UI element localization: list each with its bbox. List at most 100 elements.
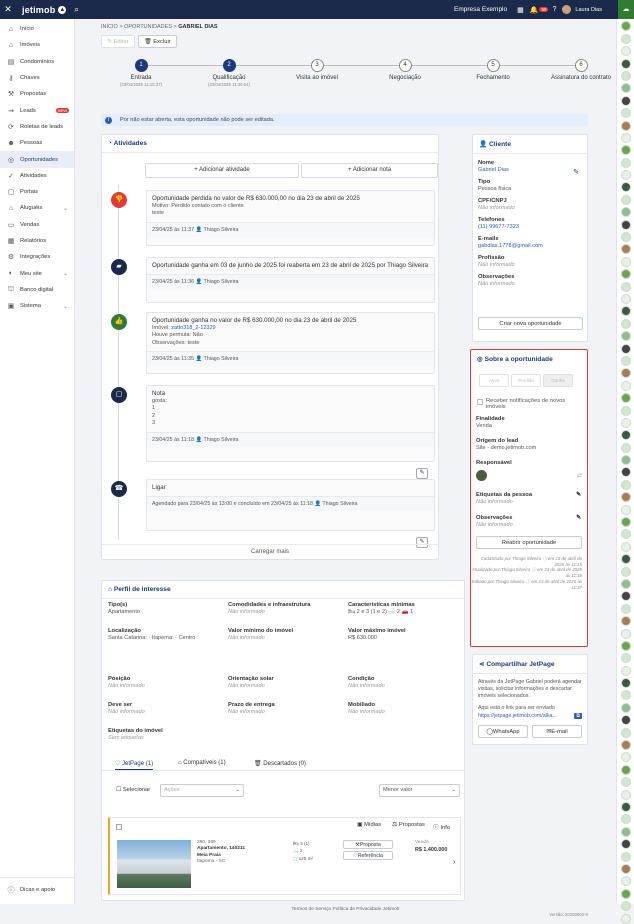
sidebar-item-sistema[interactable]: ▣ Sistema ⌄	[0, 298, 74, 314]
contact-avatar[interactable]	[620, 306, 631, 317]
contact-avatar[interactable]	[620, 578, 631, 589]
contact-avatar[interactable]	[620, 343, 631, 354]
contact-avatar[interactable]	[620, 851, 631, 862]
contact-avatar[interactable]	[620, 802, 631, 812]
sidebar-item-propostas[interactable]: ⚒ Propostas	[0, 86, 74, 102]
contact-avatar[interactable]	[620, 678, 631, 689]
contact-avatar[interactable]	[620, 318, 631, 329]
status-perdida-button[interactable]: Perdida	[511, 374, 541, 387]
contact-avatar[interactable]	[620, 207, 631, 218]
reference-button[interactable]: ♡ Referência	[343, 851, 393, 860]
contact-avatar[interactable]	[620, 33, 631, 44]
contact-avatar[interactable]	[620, 21, 631, 32]
contact-avatar[interactable]	[620, 417, 631, 428]
client-field-value[interactable]: Gabriel Dias	[478, 167, 587, 173]
search-icon[interactable]: ⌕	[74, 5, 78, 15]
help-icon[interactable]: ?	[552, 6, 556, 13]
contact-avatar[interactable]	[620, 380, 631, 391]
contact-avatar[interactable]	[620, 888, 631, 899]
contact-avatar[interactable]	[620, 95, 631, 106]
contact-avatar[interactable]	[620, 232, 631, 243]
contact-avatar[interactable]	[620, 492, 631, 503]
footer-links[interactable]: Termos de Serviço Política de Privacidad…	[75, 907, 616, 912]
contact-avatar[interactable]	[620, 219, 631, 230]
edit-client-icon[interactable]: ✎	[573, 168, 579, 176]
contact-avatar[interactable]	[620, 58, 631, 69]
contact-avatar[interactable]	[620, 479, 631, 490]
sidebar-item-im-veis[interactable]: ⌂ Imóveis	[0, 37, 74, 53]
pipeline-step[interactable]: 3 Visita ao imóvel	[277, 59, 357, 82]
breadcrumb-opportunities[interactable]: OPORTUNIDADES	[124, 24, 172, 30]
contact-avatar[interactable]	[620, 145, 631, 156]
contact-avatar[interactable]	[620, 393, 631, 404]
notify-checkbox-row[interactable]: Receber notificações de novos imóveis	[477, 398, 587, 410]
contact-avatar[interactable]	[620, 702, 631, 713]
sidebar-item-alugu-is[interactable]: ⌂ Aluguéis ⌄	[0, 200, 74, 216]
select-all[interactable]: ☐ Selecionar	[116, 787, 150, 793]
sidebar-item-vendas[interactable]: ▭ Vendas	[0, 217, 74, 233]
actions-select[interactable]: Ações ⌄	[160, 784, 244, 797]
swap-icon[interactable]: ⇄	[577, 472, 582, 479]
contact-avatar[interactable]	[620, 665, 631, 676]
contact-avatar[interactable]	[620, 628, 631, 639]
contact-avatar[interactable]	[620, 293, 631, 304]
sidebar-item-in-cio[interactable]: ⌂ Início	[0, 21, 74, 37]
contact-avatar[interactable]	[620, 640, 631, 651]
contact-avatar[interactable]	[620, 132, 631, 143]
pipeline-step[interactable]: 2 Qualificação (23/04/2025 11:36:54)	[189, 59, 269, 87]
contact-avatar[interactable]	[620, 690, 631, 701]
contact-avatar[interactable]	[620, 46, 631, 57]
apps-grid-icon[interactable]: ▦	[517, 6, 524, 14]
reopen-opportunity-button[interactable]: Reabrir oportunidade	[476, 536, 582, 549]
sidebar-item-relat-rios[interactable]: ▦ Relatórios	[0, 233, 74, 249]
contact-avatar[interactable]	[620, 405, 631, 416]
contact-avatar[interactable]	[620, 244, 631, 255]
contact-avatar[interactable]	[620, 269, 631, 280]
pipeline-step[interactable]: 1 Entrada (23/04/2025 11:15:37)	[101, 59, 181, 87]
share-link[interactable]: https://jetpage.jetimob.com/alka...	[478, 713, 557, 719]
contact-avatar[interactable]	[620, 777, 631, 788]
bell-icon[interactable]: 🔔	[530, 6, 539, 14]
client-field-value[interactable]: gabdias.1778@gmail.com	[478, 243, 587, 249]
sidebar-item-help[interactable]: ⓘ Dicas e apoio	[0, 882, 75, 898]
logo[interactable]: jetimob ▲	[22, 5, 67, 15]
chat-icon[interactable]: ☁	[618, 0, 634, 19]
contact-avatar[interactable]	[620, 442, 631, 453]
contact-avatar[interactable]	[620, 740, 631, 751]
sidebar-item-roletas-de-leads[interactable]: ⟳ Roletas de leads	[0, 119, 74, 135]
edit-tags-icon[interactable]: ✎	[576, 492, 581, 498]
client-field-value[interactable]: (11) 99677-7323	[478, 224, 587, 230]
status-ganha-button[interactable]: Ganha	[543, 374, 573, 387]
pipeline-step[interactable]: 4 Negociação	[365, 59, 445, 82]
contact-avatar[interactable]	[620, 764, 631, 775]
sidebar-item-banco-digital[interactable]: ⛫ Banco digital	[0, 282, 74, 298]
sidebar-item-integra-es[interactable]: ⚙ Integrações	[0, 249, 74, 265]
contact-avatar[interactable]	[620, 517, 631, 528]
contact-avatar[interactable]	[620, 616, 631, 627]
contact-avatar[interactable]	[620, 752, 631, 763]
add-note-button[interactable]: + Adicionar nota	[301, 163, 438, 178]
contact-avatar[interactable]	[620, 814, 631, 825]
sidebar-item-oportunidades[interactable]: ◎ Oportunidades	[0, 151, 74, 168]
contact-avatar[interactable]	[620, 455, 631, 466]
sidebar-item-leads[interactable]: ⇝ Leads NEW	[0, 102, 74, 118]
contact-avatar[interactable]	[620, 826, 631, 837]
contact-avatar[interactable]	[620, 901, 631, 912]
copy-link-icon[interactable]: ⧉	[574, 713, 582, 720]
load-more-link[interactable]: Carregar mais	[102, 544, 438, 559]
contact-avatar[interactable]	[620, 876, 631, 887]
contact-avatar[interactable]	[620, 566, 631, 577]
close-icon[interactable]: ✕	[0, 4, 16, 15]
contact-avatar[interactable]	[620, 541, 631, 552]
pipeline-step[interactable]: 5 Fechamento	[453, 59, 533, 82]
avatar[interactable]	[562, 5, 572, 14]
contact-avatar[interactable]	[620, 355, 631, 366]
contact-avatar[interactable]	[620, 839, 631, 850]
email-button[interactable]: ✉ E-mail	[532, 725, 582, 739]
edit-button[interactable]: ✎ Editar	[101, 35, 135, 48]
sidebar-item-chaves[interactable]: ⚷ Chaves	[0, 70, 74, 86]
edit-activity-icon[interactable]: ✎	[416, 468, 428, 479]
contact-avatar[interactable]	[620, 715, 631, 726]
contact-avatar[interactable]	[620, 653, 631, 664]
contact-avatar[interactable]	[620, 913, 631, 924]
